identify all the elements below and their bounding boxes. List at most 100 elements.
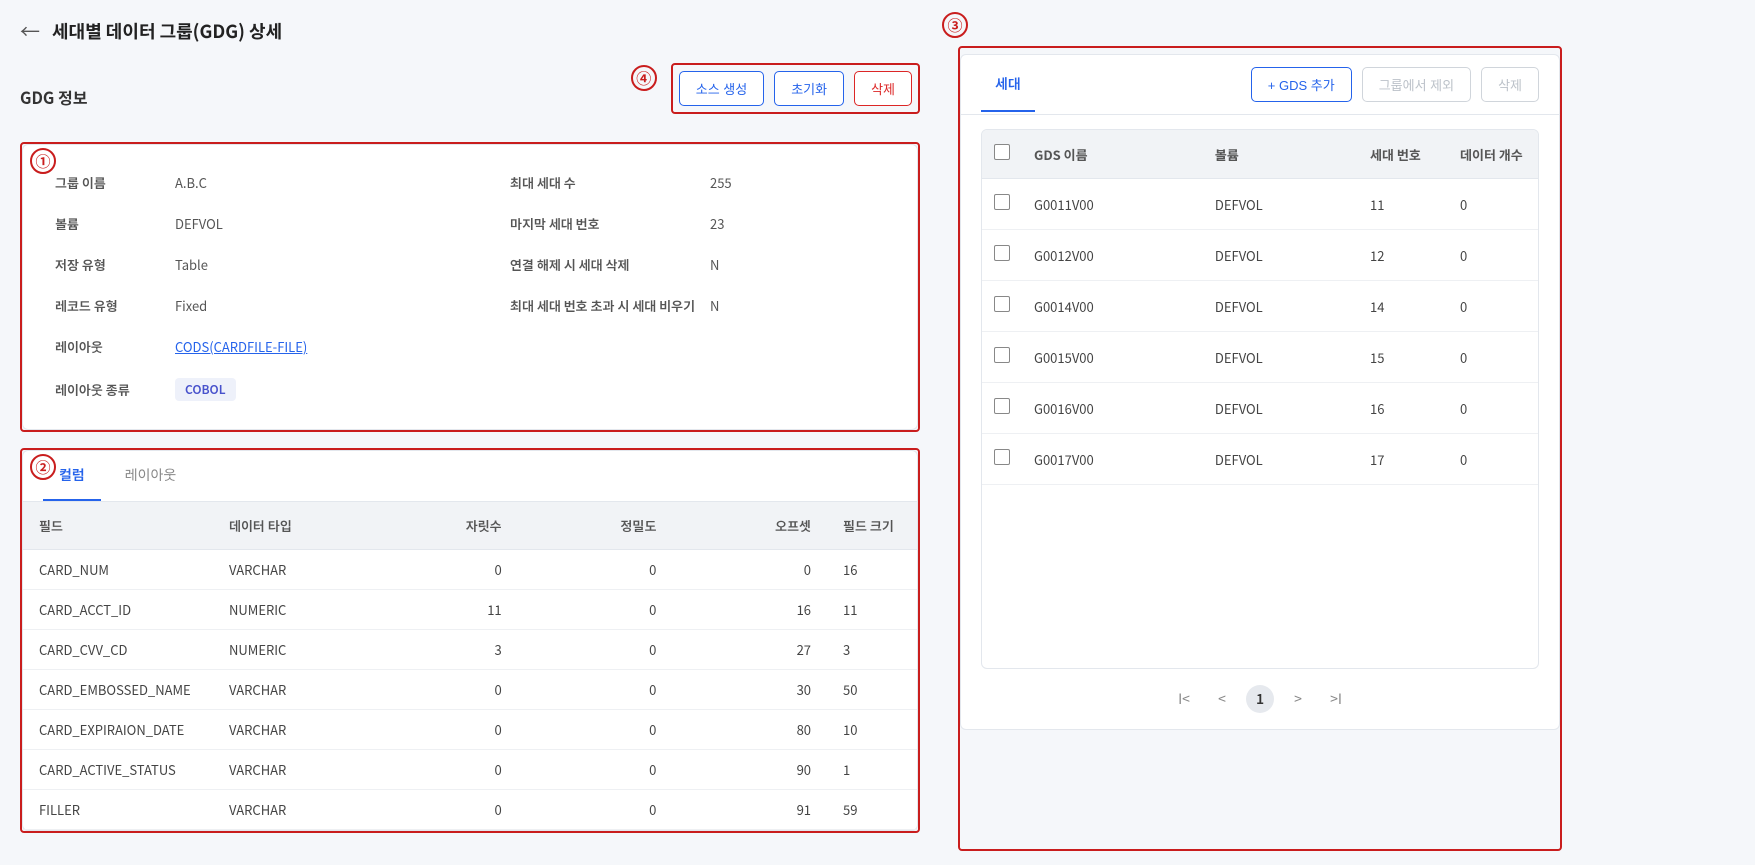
cell-datatype: VARCHAR [213,670,363,710]
generation-panel: 세대 + GDS 추가 그룹에서 제외 삭제 GDS 이름 볼륨 [960,54,1560,730]
col-header-field: 필드 [23,502,213,550]
info-row: 마지막 세대 번호23 [510,214,885,233]
info-value: COBOL [175,378,236,401]
cell-field: CARD_ACTIVE_STATUS [23,750,213,790]
cell-field: FILLER [23,790,213,830]
exclude-from-group-button[interactable]: 그룹에서 제외 [1362,67,1471,102]
cell-offset: 91 [672,790,827,830]
cell-datatype: VARCHAR [213,750,363,790]
row-checkbox-cell[interactable] [982,332,1022,383]
row-checkbox-cell[interactable] [982,230,1022,281]
gds-header-name: GDS 이름 [1022,130,1203,179]
callout-4: ④ [631,65,657,91]
table-row: CARD_CVV_CDNUMERIC30273 [23,630,917,670]
layout-link[interactable]: CODS(CARDFILE-FILE) [175,337,307,356]
checkbox-icon[interactable] [994,245,1010,261]
cell-offset: 16 [672,590,827,630]
col-header-offset: 오프셋 [672,502,827,550]
cell-volume: DEFVOL [1203,434,1358,485]
cell-data-count: 0 [1448,230,1538,281]
cell-digits: 0 [363,750,518,790]
cell-size: 3 [827,630,917,670]
cell-precision: 0 [518,630,673,670]
page-prev-icon[interactable]: < [1208,685,1236,713]
cell-size: 59 [827,790,917,830]
gdg-info-region: ① 그룹 이름A.B.C볼륨DEFVOL저장 유형Table레코드 유형Fixe… [20,142,920,432]
info-label: 레코드 유형 [55,296,175,315]
gds-header-select-all[interactable] [982,130,1022,179]
callout-2: ② [30,454,56,480]
checkbox-icon[interactable] [994,449,1010,465]
cell-datatype: NUMERIC [213,590,363,630]
cell-field: CARD_EXPIRAION_DATE [23,710,213,750]
gds-header-gen-no: 세대 번호 [1358,130,1448,179]
info-label: 최대 세대 수 [510,173,710,192]
cell-data-count: 0 [1448,281,1538,332]
cell-offset: 30 [672,670,827,710]
columns-table: 필드 데이터 타입 자릿수 정밀도 오프셋 필드 크기 CARD_NUMVARC… [23,502,917,830]
page-current[interactable]: 1 [1246,685,1274,713]
checkbox-icon[interactable] [994,144,1010,160]
tab-generation[interactable]: 세대 [981,58,1035,112]
cell-gen-no: 15 [1358,332,1448,383]
cell-gen-no: 14 [1358,281,1448,332]
row-checkbox-cell[interactable] [982,281,1022,332]
add-gds-button[interactable]: + GDS 추가 [1251,67,1352,102]
cell-precision: 0 [518,790,673,830]
cell-data-count: 0 [1448,434,1538,485]
col-header-size: 필드 크기 [827,502,917,550]
reset-button[interactable]: 초기화 [774,71,844,106]
table-row: G0012V00DEFVOL120 [982,230,1538,281]
table-row: CARD_ACCT_IDNUMERIC1101611 [23,590,917,630]
info-value: 255 [710,173,732,192]
cell-size: 11 [827,590,917,630]
info-value: A.B.C [175,173,207,192]
tab-layout[interactable]: 레이아웃 [109,451,193,501]
gdg-action-buttons: 소스 생성 초기화 삭제 [671,63,920,114]
cell-volume: DEFVOL [1203,332,1358,383]
delete-button[interactable]: 삭제 [854,71,912,106]
info-value: N [710,255,719,274]
cell-volume: DEFVOL [1203,179,1358,230]
info-row: 최대 세대 번호 초과 시 세대 비우기N [510,296,885,315]
table-row: G0015V00DEFVOL150 [982,332,1538,383]
page-first-icon[interactable]: I< [1170,685,1198,713]
page-last-icon[interactable]: >I [1322,685,1350,713]
row-checkbox-cell[interactable] [982,179,1022,230]
section-title: GDG 정보 [20,85,87,109]
cell-size: 50 [827,670,917,710]
callout-3: ③ [942,12,968,38]
checkbox-icon[interactable] [994,398,1010,414]
info-row: 레이아웃CODS(CARDFILE-FILE) [55,337,430,356]
gds-header-data-count: 데이터 개수 [1448,130,1538,179]
checkbox-icon[interactable] [994,296,1010,312]
cell-field: CARD_NUM [23,550,213,590]
row-checkbox-cell[interactable] [982,434,1022,485]
table-row: FILLERVARCHAR009159 [23,790,917,830]
cell-size: 10 [827,710,917,750]
gds-table: GDS 이름 볼륨 세대 번호 데이터 개수 G0011V00DEFVOL110… [982,130,1538,485]
row-checkbox-cell[interactable] [982,383,1022,434]
cell-digits: 0 [363,790,518,830]
cell-digits: 0 [363,670,518,710]
info-row: 레코드 유형Fixed [55,296,430,315]
table-row: G0016V00DEFVOL160 [982,383,1538,434]
col-header-digits: 자릿수 [363,502,518,550]
cell-gds-name: G0017V00 [1022,434,1203,485]
checkbox-icon[interactable] [994,194,1010,210]
info-row: 저장 유형Table [55,255,430,274]
page-next-icon[interactable]: > [1284,685,1312,713]
cell-precision: 0 [518,550,673,590]
cell-precision: 0 [518,670,673,710]
info-label: 볼륨 [55,214,175,233]
generate-source-button[interactable]: 소스 생성 [679,71,764,106]
back-arrow-icon[interactable]: ← [20,16,40,45]
checkbox-icon[interactable] [994,347,1010,363]
cell-field: CARD_EMBOSSED_NAME [23,670,213,710]
cell-gds-name: G0015V00 [1022,332,1203,383]
cell-gen-no: 12 [1358,230,1448,281]
info-value: N [710,296,719,315]
info-row: 그룹 이름A.B.C [55,173,430,192]
info-label: 레이아웃 [55,337,175,356]
delete-gds-button[interactable]: 삭제 [1481,67,1539,102]
